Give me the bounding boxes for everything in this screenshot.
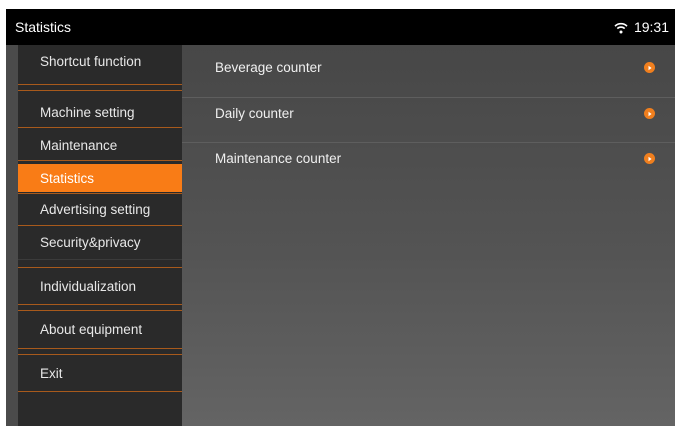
sidebar-item-shortcut-function[interactable]: Shortcut function <box>18 45 182 78</box>
chevron-right-icon <box>644 153 655 164</box>
sidebar-menu: Shortcut function Machine setting Mainte… <box>18 45 182 426</box>
sidebar-item-label: About equipment <box>40 321 143 337</box>
sidebar-item-exit[interactable]: Exit <box>18 363 182 383</box>
sidebar-item-label: Shortcut function <box>40 54 142 69</box>
list-item-maintenance-counter[interactable]: Maintenance counter <box>182 136 675 181</box>
page-title: Statistics <box>15 19 72 35</box>
divider <box>18 391 182 392</box>
sidebar-item-label: Exit <box>40 365 63 381</box>
divider <box>18 84 182 85</box>
divider <box>18 348 182 349</box>
list-item-label: Maintenance counter <box>215 151 342 166</box>
sidebar-item-label: Maintenance <box>40 138 118 153</box>
divider <box>18 354 182 355</box>
divider <box>18 127 182 128</box>
divider <box>18 267 182 268</box>
list-item-daily-counter[interactable]: Daily counter <box>182 91 675 136</box>
chevron-right-icon <box>644 62 655 73</box>
sidebar-item-security-privacy[interactable]: Security&privacy <box>18 232 182 252</box>
chevron-right-icon <box>644 108 655 119</box>
divider <box>18 160 182 161</box>
divider <box>18 193 182 194</box>
list-item-label: Daily counter <box>215 106 294 121</box>
sidebar-item-label: Statistics <box>40 170 95 186</box>
wifi-icon <box>614 21 628 34</box>
divider <box>18 90 182 91</box>
status-area: 19:31 <box>614 9 669 45</box>
sidebar-item-about-equipment[interactable]: About equipment <box>18 319 182 339</box>
divider <box>18 225 182 226</box>
sidebar-item-label: Security&privacy <box>40 234 141 250</box>
sidebar-item-label: Advertising setting <box>40 201 151 217</box>
counter-list: Beverage counter Daily counter Maintenan… <box>182 45 675 426</box>
divider <box>18 259 182 260</box>
list-item-beverage-counter[interactable]: Beverage counter <box>182 45 675 90</box>
sidebar-item-machine-setting[interactable]: Machine setting <box>18 103 182 121</box>
divider <box>18 304 182 305</box>
sidebar-item-label: Machine setting <box>40 104 135 120</box>
clock: 19:31 <box>633 19 669 35</box>
list-item-label: Beverage counter <box>215 60 322 75</box>
sidebar-item-statistics[interactable]: Statistics <box>18 164 182 192</box>
settings-screen: Statistics 19:31 Shortcut function Machi… <box>6 9 675 426</box>
title-bar: Statistics 19:31 <box>6 9 675 45</box>
sidebar-item-individualization[interactable]: Individualization <box>18 276 182 296</box>
sidebar-item-advertising-setting[interactable]: Advertising setting <box>18 199 182 219</box>
sidebar-item-label: Individualization <box>40 278 137 294</box>
sidebar-item-maintenance[interactable]: Maintenance <box>18 136 182 155</box>
divider <box>18 310 182 311</box>
